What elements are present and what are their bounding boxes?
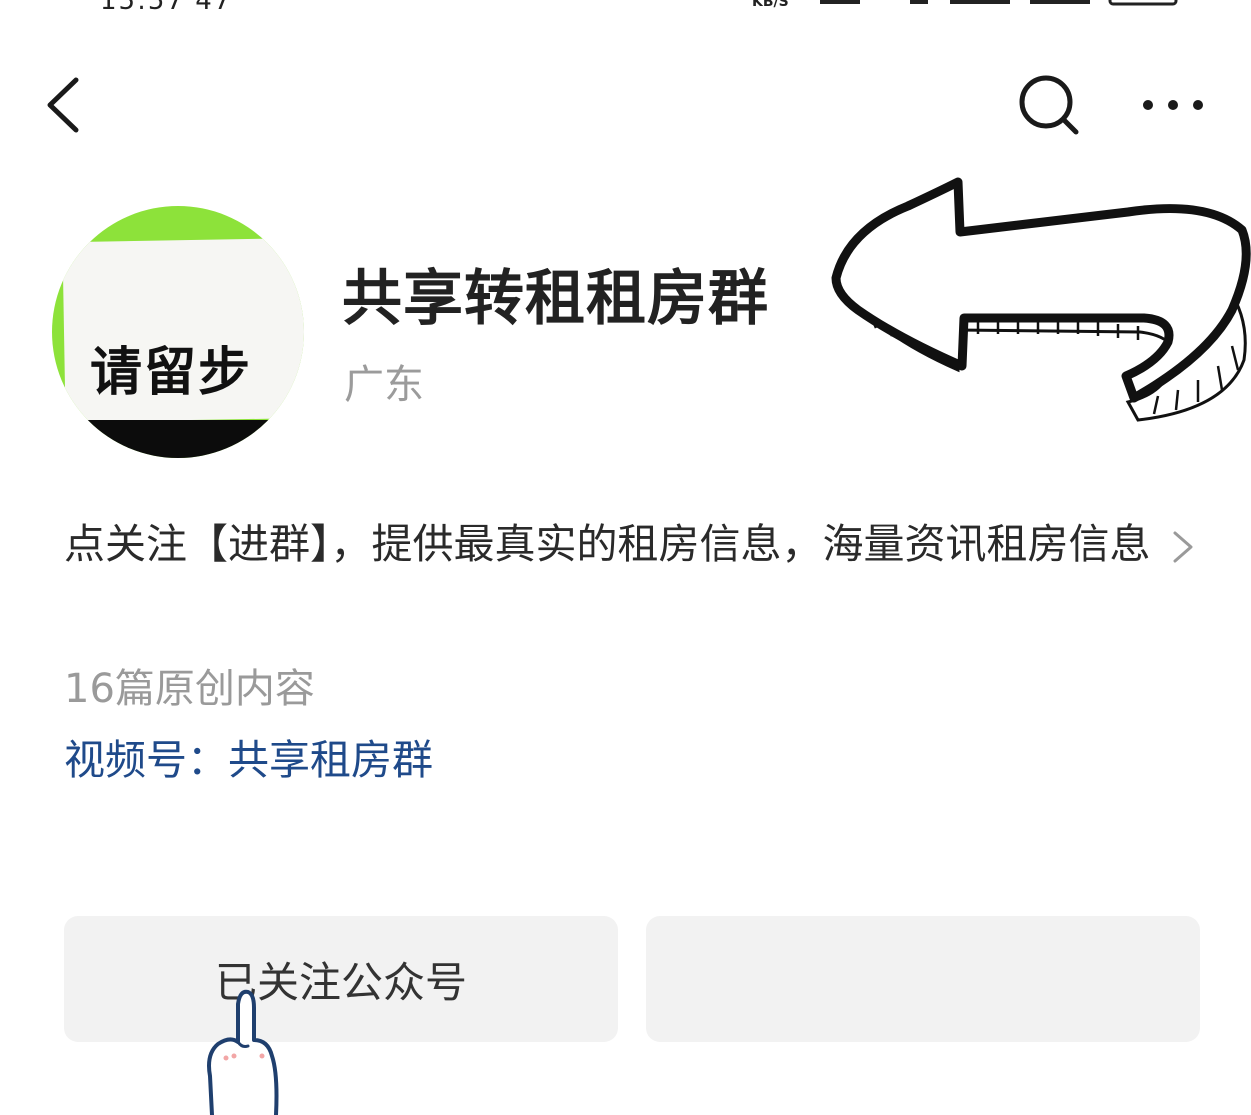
search-button[interactable] — [1012, 70, 1086, 140]
message-button-label — [646, 916, 1200, 1042]
chevron-left-icon — [47, 77, 79, 133]
status-bar: 15:57 47 KB/S — [0, 0, 1251, 14]
followed-account-button[interactable]: 已关注公众号 — [64, 916, 618, 1042]
description-text: 点关注【进群】，提供最真实的租房信息，海量资讯租房信息 — [64, 520, 1151, 568]
hand-drawn-arrow-icon — [831, 177, 1251, 422]
account-name: 共享转租租房群 — [342, 264, 769, 334]
more-button[interactable] — [1136, 80, 1210, 130]
status-icons — [820, 0, 1178, 6]
more-horizontal-icon — [1143, 100, 1203, 110]
avatar-text: 请留步 — [90, 343, 253, 403]
original-content-count: 16篇原创内容 — [64, 666, 315, 712]
paperclip-icon — [288, 232, 304, 255]
account-description[interactable]: 点关注【进群】，提供最真实的租房信息，海量资讯租房信息 — [64, 514, 1214, 574]
account-region: 广东 — [344, 362, 424, 408]
status-network-speed: KB/S — [752, 0, 789, 10]
account-avatar[interactable]: 请留步 — [52, 206, 304, 458]
chevron-right-icon — [1173, 531, 1192, 563]
back-button[interactable] — [36, 70, 96, 140]
search-icon — [1019, 75, 1079, 135]
pointing-hand-icon — [207, 989, 279, 1115]
follow-button-label: 已关注公众号 — [214, 957, 467, 1007]
video-channel-link[interactable]: 视频号：共享租房群 — [64, 726, 433, 786]
status-time: 15:57 47 — [100, 0, 232, 14]
avatar-band — [52, 420, 304, 458]
send-message-button[interactable] — [646, 916, 1200, 1042]
